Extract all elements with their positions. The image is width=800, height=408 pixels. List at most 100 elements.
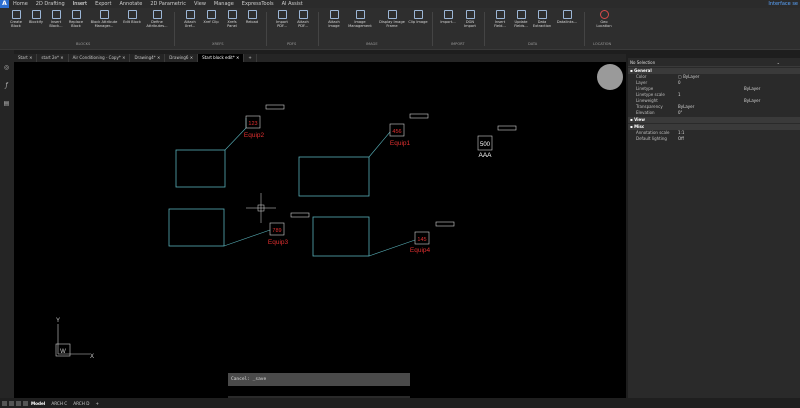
tab-ai-assist[interactable]: AI Assist xyxy=(278,0,307,8)
selection-dropdown[interactable]: No Selection ⌄ xyxy=(628,58,800,67)
data-extraction-button[interactable]: Data Extraction xyxy=(532,10,552,40)
layout-tab-model[interactable]: Model xyxy=(28,401,48,406)
nav-first-icon[interactable] xyxy=(2,400,7,406)
blockify-button[interactable]: Blockify xyxy=(26,10,46,40)
equip1-value: 456 xyxy=(392,129,401,135)
close-icon[interactable]: ✕ xyxy=(157,55,160,60)
nav-next-icon[interactable] xyxy=(16,400,21,406)
doc-tab-start-2e[interactable]: start 2e* ✕ xyxy=(37,54,69,62)
import-icon xyxy=(443,10,453,19)
display-image-frame-button[interactable]: Display Image Frame xyxy=(378,10,406,40)
import-pdf-icon xyxy=(277,10,287,19)
create-block-button[interactable]: Create Block xyxy=(6,10,26,40)
view-navigation-widget[interactable] xyxy=(597,64,623,90)
block-attribute-manager-button[interactable]: Block Attribute Manager... xyxy=(88,10,120,40)
close-icon[interactable]: ✕ xyxy=(122,55,125,60)
drawing-svg: 123 Equip2 456 Equip1 500 AAA 789 Equip3… xyxy=(55,64,623,360)
equip1-block-rect[interactable] xyxy=(298,156,370,197)
new-tab-button[interactable]: + xyxy=(244,54,257,62)
equip4-value: 145 xyxy=(417,237,426,243)
attach-image-icon xyxy=(329,10,339,19)
nav-prev-icon[interactable] xyxy=(9,400,14,406)
reload-button[interactable]: Reload xyxy=(242,10,262,40)
function-icon[interactable]: ƒ xyxy=(2,82,11,91)
xrefs-panel-button[interactable]: Xrefs Panel xyxy=(222,10,242,40)
group-label-xrefs: XREFS xyxy=(212,42,224,46)
document-tabs: Start ✕ start 2e* ✕ Air Conditioning - C… xyxy=(14,54,626,62)
ribbon: Create Block Blockify Insert Block... Re… xyxy=(0,8,800,50)
layout-tab-arch-d[interactable]: ARCH D xyxy=(70,401,92,406)
geo-location-button[interactable]: Geo Location xyxy=(594,10,614,40)
attach-xref-button[interactable]: Attach Xref... xyxy=(180,10,200,40)
drawing-canvas[interactable]: 123 Equip2 456 Equip1 500 AAA 789 Equip3… xyxy=(14,62,626,398)
close-icon[interactable]: ✕ xyxy=(60,55,63,60)
doc-tab-air-conditioning[interactable]: Air Conditioning - Copy* ✕ xyxy=(69,54,131,62)
doc-tab-drawing6[interactable]: Drawing6 ✕ xyxy=(165,54,199,62)
insert-field-button[interactable]: Insert Field... xyxy=(490,10,510,40)
prop-row-default-lighting[interactable]: Default lighting Off xyxy=(628,136,800,142)
eye-icon[interactable]: ◎ xyxy=(2,64,11,73)
attach-pdf-button[interactable]: Attach PDF... xyxy=(293,10,313,40)
status-bar: Model ARCH C ARCH D + xyxy=(0,398,800,408)
dgn-import-icon xyxy=(465,10,475,19)
equip3-block-rect[interactable] xyxy=(168,208,225,247)
xref-clip-icon xyxy=(206,10,216,19)
datalinks-button[interactable]: Datalinks... xyxy=(555,10,579,40)
tab-annotate[interactable]: Annotate xyxy=(115,0,146,8)
ucs-x-label: X xyxy=(90,354,94,360)
attribute-manager-icon xyxy=(99,10,109,19)
app-logo[interactable]: A xyxy=(0,0,9,8)
doc-tab-start-block-edit[interactable]: Start block edit* ✕ xyxy=(198,54,245,62)
command-history: Cancel: _save xyxy=(228,373,410,386)
equip3-leader xyxy=(223,229,271,247)
tab-export[interactable]: Export xyxy=(91,0,115,8)
image-management-button[interactable]: Image Management xyxy=(346,10,374,40)
update-fields-button[interactable]: Update Fields... xyxy=(511,10,531,40)
equip2-block-rect[interactable] xyxy=(175,149,226,188)
group-label-location: LOCATION xyxy=(593,42,612,46)
equip3-value: 789 xyxy=(272,228,281,234)
define-attributes-icon xyxy=(152,10,162,19)
insert-field-icon xyxy=(495,10,505,19)
import-pdf-button[interactable]: Import PDF... xyxy=(272,10,292,40)
close-icon[interactable]: ✕ xyxy=(190,55,193,60)
insert-block-button[interactable]: Insert Block... xyxy=(46,10,66,40)
create-block-icon xyxy=(11,10,21,19)
xref-clip-button[interactable]: Xref Clip xyxy=(201,10,221,40)
attach-image-button[interactable]: Attach Image xyxy=(324,10,344,40)
group-label-pdfs: PDFS xyxy=(287,42,297,46)
equip3-tag: Equip3 xyxy=(268,239,289,246)
equip2-tag: Equip2 xyxy=(244,132,265,139)
replace-block-button[interactable]: Replace Block xyxy=(66,10,86,40)
tab-2d-drafting[interactable]: 2D Drafting xyxy=(32,0,69,8)
block-500-value: 500 xyxy=(480,142,491,148)
equip2-leader xyxy=(224,127,247,151)
doc-tab-start[interactable]: Start ✕ xyxy=(14,54,38,62)
add-layout-button[interactable]: + xyxy=(92,401,102,406)
interface-settings-link[interactable]: Interface se xyxy=(768,0,798,8)
tab-home[interactable]: Home xyxy=(9,0,32,8)
left-toolbar: ◎ ƒ ▤ xyxy=(0,50,14,398)
image-management-icon xyxy=(355,10,365,19)
prop-row-elevation[interactable]: Elevation 0" xyxy=(628,110,800,116)
layers-icon[interactable]: ▤ xyxy=(2,100,11,109)
layout-tab-arch-c[interactable]: ARCH C xyxy=(48,401,70,406)
equip4-block-rect[interactable] xyxy=(312,216,370,257)
section-view[interactable]: ▪ View xyxy=(628,117,800,123)
clip-image-button[interactable]: Clip Image xyxy=(408,10,428,40)
insert-block-icon xyxy=(51,10,61,19)
close-icon[interactable]: ✕ xyxy=(236,55,239,60)
equip4-leader xyxy=(368,239,416,257)
tab-view[interactable]: View xyxy=(190,0,210,8)
define-attributes-button[interactable]: Define Attributes... xyxy=(144,10,170,40)
tab-2d-parametric[interactable]: 2D Parametric xyxy=(146,0,190,8)
close-icon[interactable]: ✕ xyxy=(29,55,32,60)
tab-expresstools[interactable]: ExpressTools xyxy=(238,0,278,8)
datalinks-icon xyxy=(562,10,572,19)
dgn-import-button[interactable]: DGN Import xyxy=(460,10,480,40)
command-line: Cancel: _save xyxy=(228,373,410,406)
doc-tab-drawing4[interactable]: Drawing4* ✕ xyxy=(130,54,166,62)
import-button[interactable]: Import... xyxy=(438,10,458,40)
edit-block-button[interactable]: Edit Block xyxy=(122,10,142,40)
tab-manage[interactable]: Manage xyxy=(210,0,238,8)
